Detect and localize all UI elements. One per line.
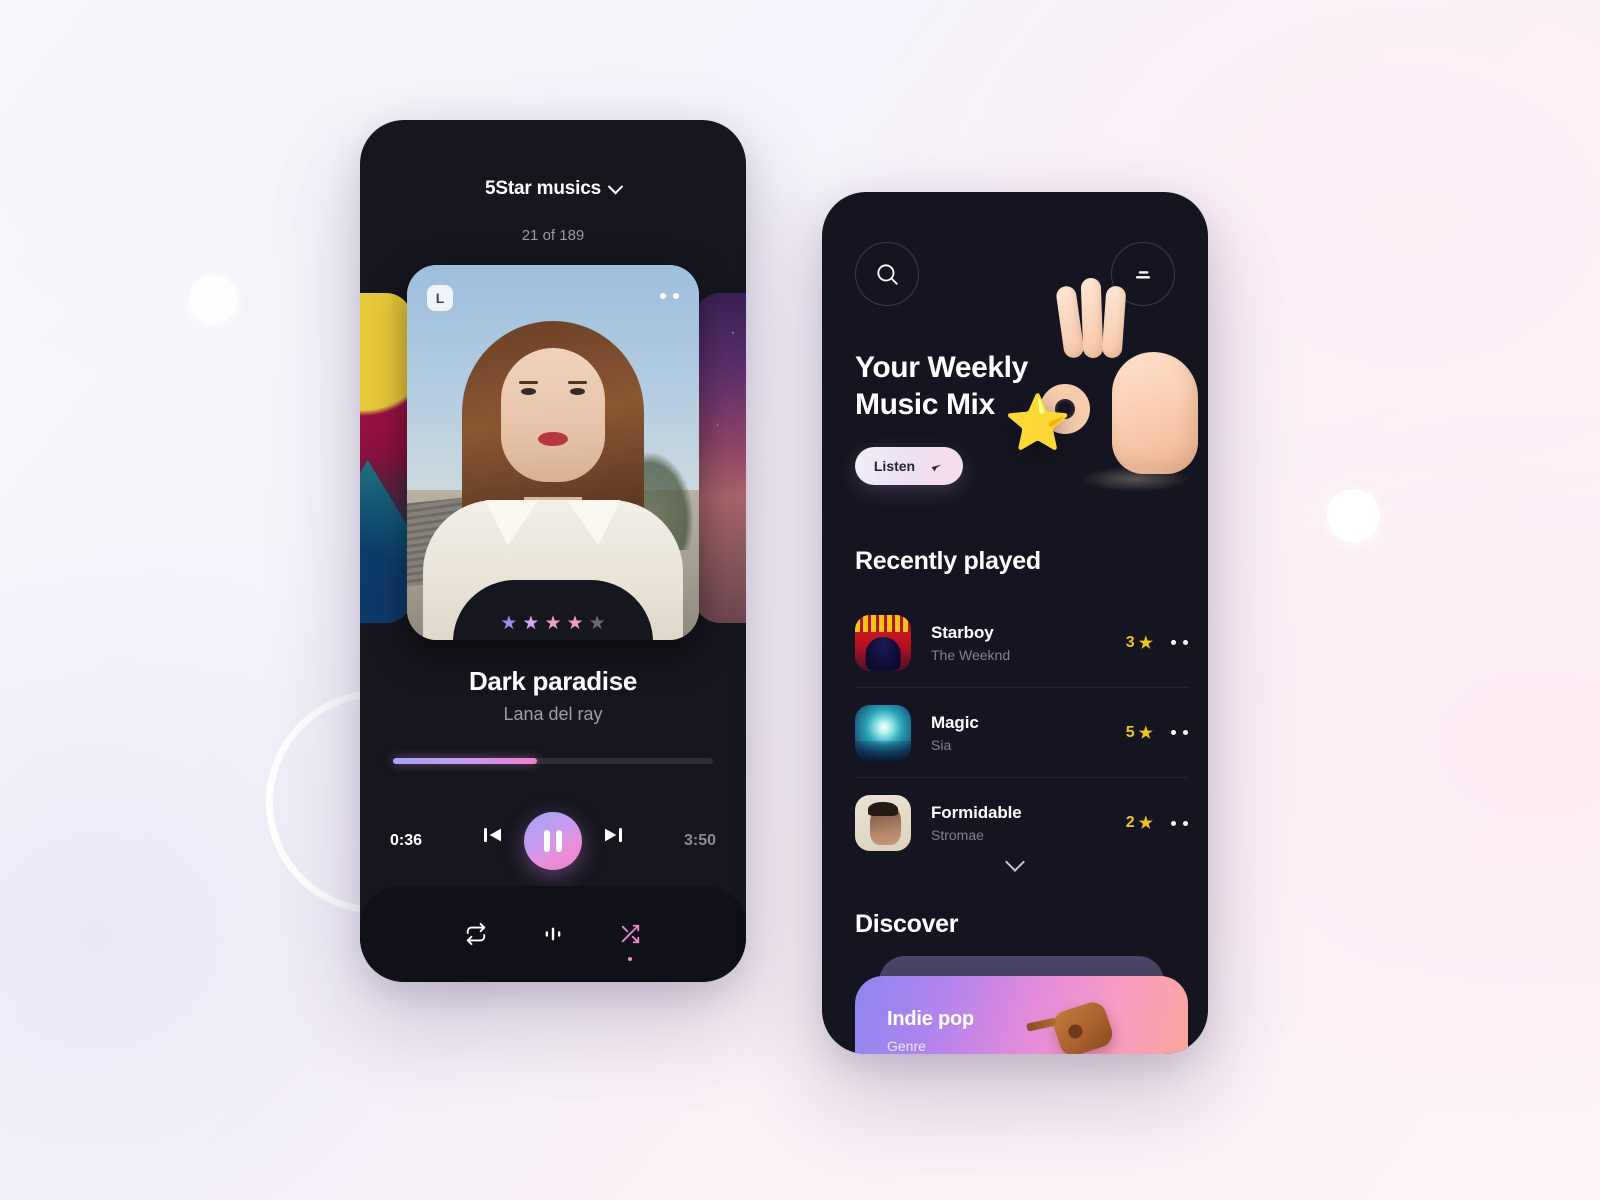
listen-button-label: Listen [873, 458, 916, 475]
status-badge: 5 ★ [1126, 723, 1153, 743]
album-label-badge: L [427, 285, 453, 311]
rating-star-1[interactable]: ★ [500, 614, 517, 633]
rating-star-4[interactable]: ★ [567, 614, 584, 633]
decorative-circle-left [189, 275, 238, 324]
rating-value: 5 [1125, 723, 1135, 741]
star-glyph: ⭐ [1004, 393, 1072, 453]
cursor-arrow-icon [931, 464, 942, 472]
track-artist: Lana del ray [503, 704, 603, 724]
recently-played-title: Recently played [855, 547, 1041, 575]
album-card-current[interactable]: L ★ ★ ★ ★ ★ [407, 265, 699, 640]
track-artist: The Weeknd [931, 646, 1011, 663]
active-indicator-dot [627, 957, 632, 961]
skip-next-icon[interactable] [600, 822, 626, 848]
starboy-album-art [855, 614, 911, 671]
discover-card-title: Indie pop [887, 1008, 975, 1030]
track-rating[interactable]: ★ ★ ★ ★ ★ [453, 580, 653, 640]
playlist-selector[interactable]: 5Star musics [360, 178, 746, 200]
ok-hand-with-star-icon: ⭐ [1004, 277, 1204, 520]
track-title: Dark paradise [468, 666, 638, 696]
play-pause-button[interactable] [524, 812, 582, 870]
chevron-down-icon[interactable] [607, 178, 624, 194]
repeat-icon[interactable] [460, 918, 492, 950]
ukulele-icon [1050, 998, 1116, 1054]
track-name: Formidable [931, 803, 1022, 822]
time-total: 3:50 [683, 832, 716, 849]
star-icon: ★ [1138, 634, 1153, 652]
star-icon: ★ [1138, 815, 1153, 832]
player-bottom-nav [360, 886, 746, 982]
playlist-name: 5Star musics [485, 178, 601, 199]
search-button[interactable] [855, 242, 919, 306]
weekly-mix-hero: Your Weekly Music Mix Listen ⭐ [855, 277, 1198, 530]
more-dots-icon[interactable] [1171, 640, 1188, 645]
star-icon: ★ [1138, 724, 1153, 742]
progress-bar-fill [393, 758, 537, 764]
progress-bar[interactable] [393, 758, 713, 764]
equalizer-icon[interactable] [537, 918, 569, 950]
discover-title: Discover [855, 910, 959, 938]
more-dots-icon[interactable] [660, 293, 679, 299]
shuffle-icon[interactable] [614, 918, 646, 961]
time-elapsed: 0:36 [390, 832, 423, 849]
skip-previous-icon[interactable] [480, 822, 506, 848]
discover-card-stack: Indie pop Genre [855, 956, 1188, 1054]
track-name: Magic [931, 712, 979, 732]
rating-value: 2 [1125, 814, 1135, 831]
home-top-bar [855, 242, 1175, 306]
discover-card-subtitle: Genre [887, 1038, 926, 1054]
expand-list-button[interactable] [822, 852, 1208, 872]
track-row[interactable]: Magic Sia 5 ★ [855, 688, 1188, 778]
track-position-label: 21 of 189 [521, 227, 585, 244]
status-badge: 3 ★ [1126, 633, 1153, 653]
album-card-next[interactable] [694, 293, 746, 623]
track-artist: Stromae [931, 827, 984, 843]
rating-value: 3 [1125, 633, 1135, 651]
phone-home-screen: Your Weekly Music Mix Listen ⭐ Recently … [822, 192, 1208, 1054]
more-dots-icon[interactable] [1171, 730, 1188, 735]
phone-now-playing-screen: 5Star musics 21 of 189 L ★ ★ ★ ★ ★ Dark … [360, 120, 746, 982]
rating-star-2[interactable]: ★ [522, 614, 539, 633]
decorative-circle-right [1327, 489, 1380, 542]
magic-album-art [855, 704, 911, 761]
album-card-previous[interactable] [360, 293, 412, 623]
rating-star-5[interactable]: ★ [589, 614, 606, 633]
listen-button[interactable]: Listen [855, 447, 963, 486]
track-artist: Sia [931, 736, 952, 753]
recently-played-list: Starboy The Weeknd 3 ★ Magic Sia 5 ★ For… [855, 598, 1188, 868]
track-row[interactable]: Starboy The Weeknd 3 ★ [855, 598, 1188, 688]
album-carousel[interactable]: L ★ ★ ★ ★ ★ [360, 265, 746, 640]
track-name: Starboy [931, 622, 994, 642]
status-badge: 2 ★ [1126, 813, 1153, 833]
discover-card-indie-pop[interactable]: Indie pop Genre [855, 976, 1188, 1054]
formidable-album-art [855, 795, 911, 851]
rating-star-3[interactable]: ★ [544, 614, 561, 633]
app-showcase-canvas: 5Star musics 21 of 189 L ★ ★ ★ ★ ★ Dark … [0, 0, 1600, 1200]
chevron-down-icon [1005, 852, 1025, 872]
more-dots-icon[interactable] [1171, 820, 1188, 826]
